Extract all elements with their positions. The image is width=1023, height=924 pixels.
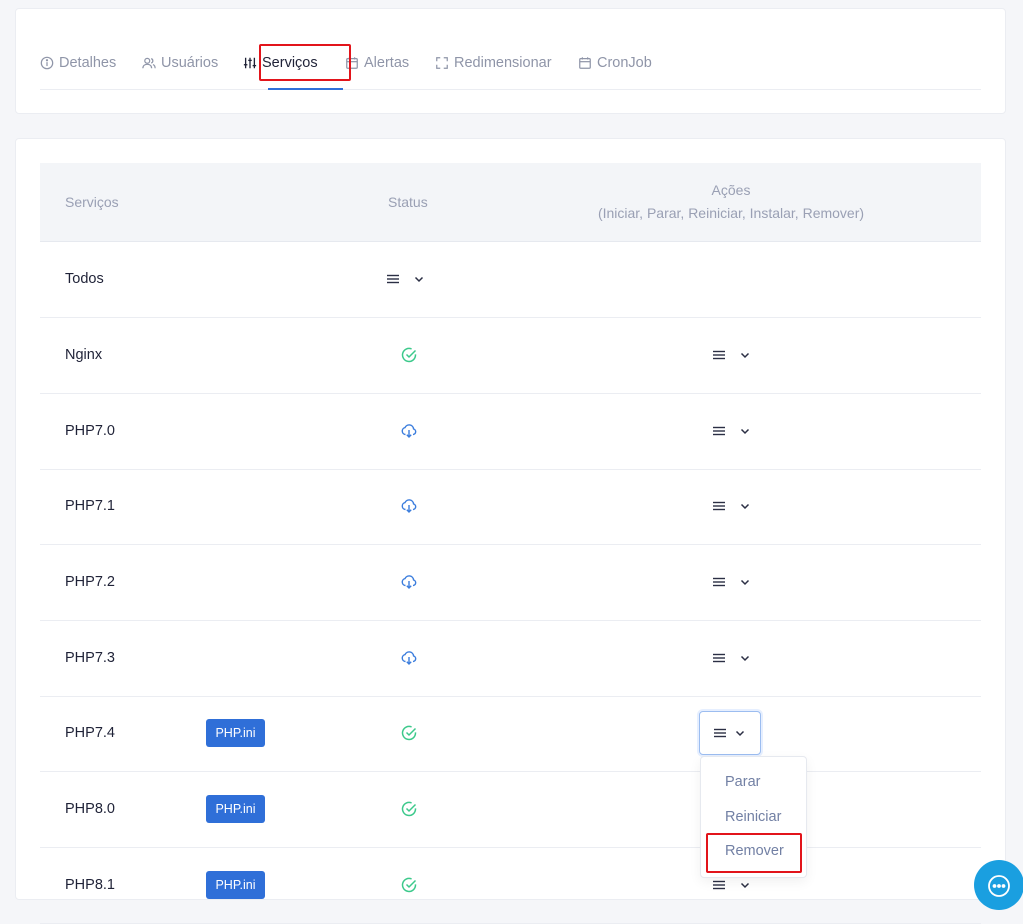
service-name: PHP8.1 — [65, 877, 115, 893]
table-row: PHP7.2 — [40, 545, 981, 621]
service-name: PHP7.3 — [65, 650, 115, 666]
table-row: PHP8.1 PHP.ini — [40, 848, 981, 924]
users-icon — [142, 57, 156, 69]
table-row: PHP7.1 — [40, 469, 981, 545]
tabs-card: Detalhes Usuários Serviços Alertas Redim… — [15, 8, 1006, 114]
cloud-download-icon — [401, 424, 417, 438]
service-name: PHP7.0 — [65, 423, 115, 439]
resize-icon — [436, 57, 448, 69]
chevron-down-icon — [735, 730, 745, 737]
chevron-down-icon — [740, 503, 750, 510]
service-actions-button[interactable] — [712, 496, 752, 516]
service-name: Todos — [65, 271, 104, 287]
cloud-download-icon — [401, 575, 417, 589]
tab-detalhes[interactable]: Detalhes — [40, 53, 116, 73]
tab-label: Redimensionar — [454, 55, 552, 71]
table-row: Nginx — [40, 318, 981, 394]
all-services-menu-button[interactable] — [386, 269, 426, 289]
check-circle-icon — [401, 725, 417, 741]
table-row: PHP7.0 — [40, 394, 981, 470]
chevron-down-icon — [740, 655, 750, 662]
menu-item-parar[interactable]: Parar — [725, 774, 760, 790]
chevron-down-icon — [740, 352, 750, 359]
cloud-download-icon — [401, 651, 417, 665]
menu-item-reiniciar[interactable]: Reiniciar — [725, 809, 781, 825]
service-actions-button[interactable] — [712, 875, 752, 895]
tab-redimensionar[interactable]: Redimensionar — [435, 53, 552, 73]
check-circle-icon — [401, 801, 417, 817]
active-tab-indicator — [268, 88, 343, 90]
cloud-download-icon — [401, 499, 417, 513]
tab-label: Alertas — [364, 55, 410, 71]
service-actions-button[interactable] — [712, 648, 752, 668]
php-ini-button[interactable]: PHP.ini — [206, 871, 265, 899]
table-row: PHP7.3 — [40, 621, 981, 697]
tab-label: Usuários — [161, 55, 219, 71]
menu-icon — [387, 274, 399, 284]
service-actions-button[interactable] — [699, 711, 761, 755]
highlight-box — [706, 833, 802, 873]
actions-dropdown-menu: Parar Reiniciar Remover — [700, 756, 807, 878]
chat-button[interactable] — [974, 860, 1023, 910]
highlight-box — [259, 44, 351, 81]
tab-usuarios[interactable]: Usuários — [142, 53, 218, 73]
sliders-icon — [243, 57, 257, 69]
tab-alertas[interactable]: Alertas — [345, 53, 409, 73]
menu-icon — [713, 350, 725, 360]
table-row: Todos — [40, 242, 981, 318]
header-actions-subtitle: (Iniciar, Parar, Reiniciar, Instalar, Re… — [597, 205, 865, 221]
table-row: PHP7.4 PHP.ini — [40, 696, 981, 772]
service-name: PHP8.0 — [65, 801, 115, 817]
tab-label: Detalhes — [59, 55, 117, 71]
header-services: Serviços — [65, 194, 119, 210]
header-actions: Ações — [711, 182, 751, 198]
chevron-down-icon — [414, 276, 424, 283]
check-circle-icon — [401, 877, 417, 893]
menu-icon — [713, 653, 725, 663]
chevron-down-icon — [740, 579, 750, 586]
table-row: PHP8.0 PHP.ini — [40, 772, 981, 848]
service-name: PHP7.2 — [65, 574, 115, 590]
chevron-down-icon — [740, 428, 750, 435]
header-status: Status — [388, 194, 428, 210]
menu-icon — [714, 728, 726, 738]
service-actions-button[interactable] — [712, 345, 752, 365]
chat-icon — [988, 875, 1010, 897]
service-name: PHP7.1 — [65, 498, 115, 514]
php-ini-button[interactable]: PHP.ini — [206, 795, 265, 823]
menu-icon — [713, 426, 725, 436]
services-table-card: Serviços Status Ações (Iniciar, Parar, R… — [15, 138, 1006, 924]
tab-label: CronJob — [597, 55, 652, 71]
service-name: PHP7.4 — [65, 725, 115, 741]
php-ini-button[interactable]: PHP.ini — [206, 719, 265, 747]
calendar-icon — [579, 57, 591, 69]
service-actions-button[interactable] — [712, 421, 752, 441]
tab-bar: Detalhes Usuários Serviços Alertas Redim… — [40, 9, 981, 90]
menu-icon — [713, 501, 725, 511]
menu-icon — [713, 577, 725, 587]
table-header: Serviços Status Ações (Iniciar, Parar, R… — [40, 163, 981, 242]
check-circle-icon — [401, 347, 417, 363]
service-name: Nginx — [65, 347, 103, 363]
tab-cronjob[interactable]: CronJob — [578, 53, 652, 73]
service-actions-button[interactable] — [712, 572, 752, 592]
info-icon — [40, 56, 54, 70]
